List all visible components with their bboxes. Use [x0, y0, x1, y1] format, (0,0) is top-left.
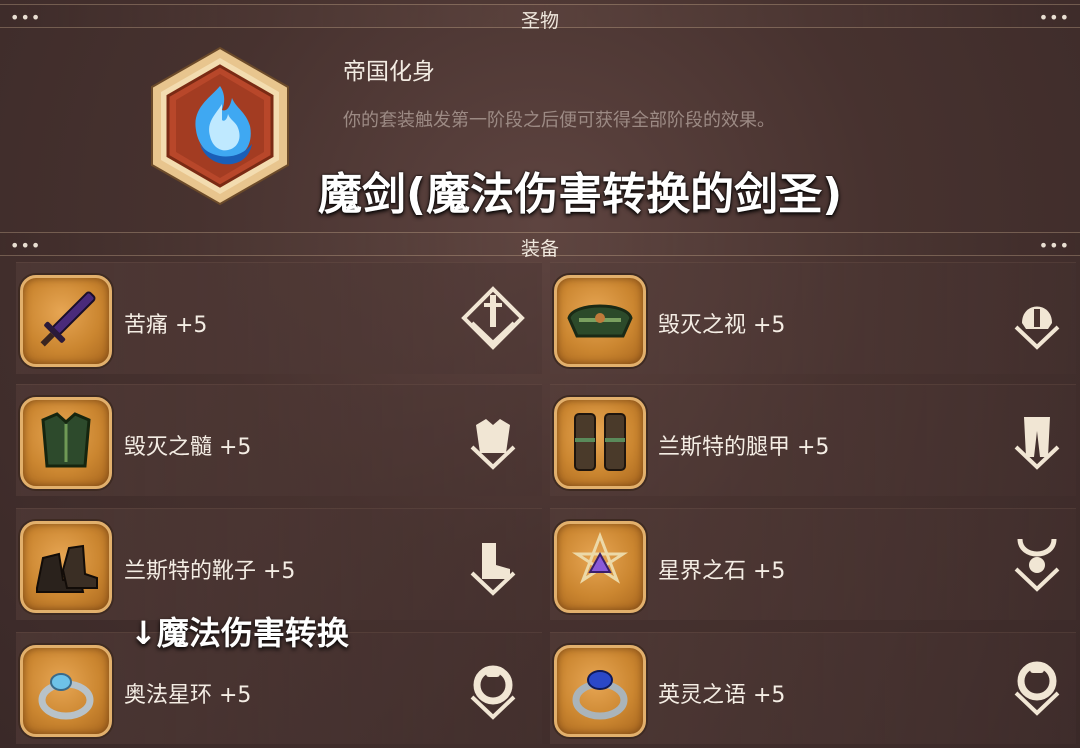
- equipment-slot-helmet[interactable]: 毁灭之视 +5: [550, 262, 1076, 374]
- helmet-slot-icon: [1004, 289, 1070, 355]
- build-annotation-title: 魔剑(魔法伤害转换的剑圣): [318, 169, 843, 220]
- green-armor-icon: [20, 397, 112, 489]
- green-helmet-icon: [554, 275, 646, 367]
- menu-dots-icon[interactable]: •••: [1039, 8, 1070, 27]
- weapon-slot-icon: [460, 285, 526, 351]
- ring-slot-icon: [460, 659, 526, 725]
- equipment-slot-ring-2[interactable]: 英灵之语 +5: [550, 632, 1076, 744]
- menu-dots-icon[interactable]: •••: [1039, 236, 1070, 255]
- legs-slot-icon: [1004, 409, 1070, 475]
- item-label: 苦痛 +5: [124, 313, 208, 338]
- boots-icon: [20, 521, 112, 613]
- boots-slot-icon: [460, 535, 526, 601]
- silver-ring-icon: [20, 645, 112, 737]
- equipment-slot-chest[interactable]: 毁灭之髓 +5: [16, 384, 542, 496]
- chest-slot-icon: [460, 409, 526, 475]
- relic-description: 你的套装触发第一阶段之后便可获得全部阶段的效果。: [343, 110, 775, 131]
- equipment-slot-weapon[interactable]: 苦痛 +5: [16, 262, 542, 374]
- item-label: 兰斯特的腿甲 +5: [658, 435, 830, 460]
- relic-flame-icon[interactable]: [140, 46, 300, 206]
- item-label: 英灵之语 +5: [658, 683, 786, 708]
- equipment-slot-legs[interactable]: 兰斯特的腿甲 +5: [550, 384, 1076, 496]
- equipment-section-title: 装备: [520, 238, 559, 260]
- ring-slot-icon: [1004, 655, 1070, 721]
- item-label: 兰斯特的靴子 +5: [124, 559, 296, 584]
- purple-sword-icon: [20, 275, 112, 367]
- conversion-arrow-note: ↓魔法伤害转换: [130, 614, 349, 652]
- item-label: 奥法星环 +5: [124, 683, 252, 708]
- equipment-slot-amulet[interactable]: 星界之石 +5: [550, 508, 1076, 620]
- greaves-icon: [554, 397, 646, 489]
- equipment-section-header: ••• 装备 •••: [0, 232, 1080, 260]
- relic-section-title: 圣物: [520, 10, 559, 32]
- item-label: 毁灭之视 +5: [658, 313, 786, 338]
- relic-section-header: ••• 圣物 •••: [0, 4, 1080, 32]
- blue-ring-icon: [554, 645, 646, 737]
- equipment-slot-boots[interactable]: 兰斯特的靴子 +5: [16, 508, 542, 620]
- amulet-slot-icon: [1004, 531, 1070, 597]
- relic-name: 帝国化身: [343, 59, 435, 85]
- item-label: 星界之石 +5: [658, 559, 786, 584]
- item-label: 毁灭之髓 +5: [124, 435, 252, 460]
- star-stone-icon: [554, 521, 646, 613]
